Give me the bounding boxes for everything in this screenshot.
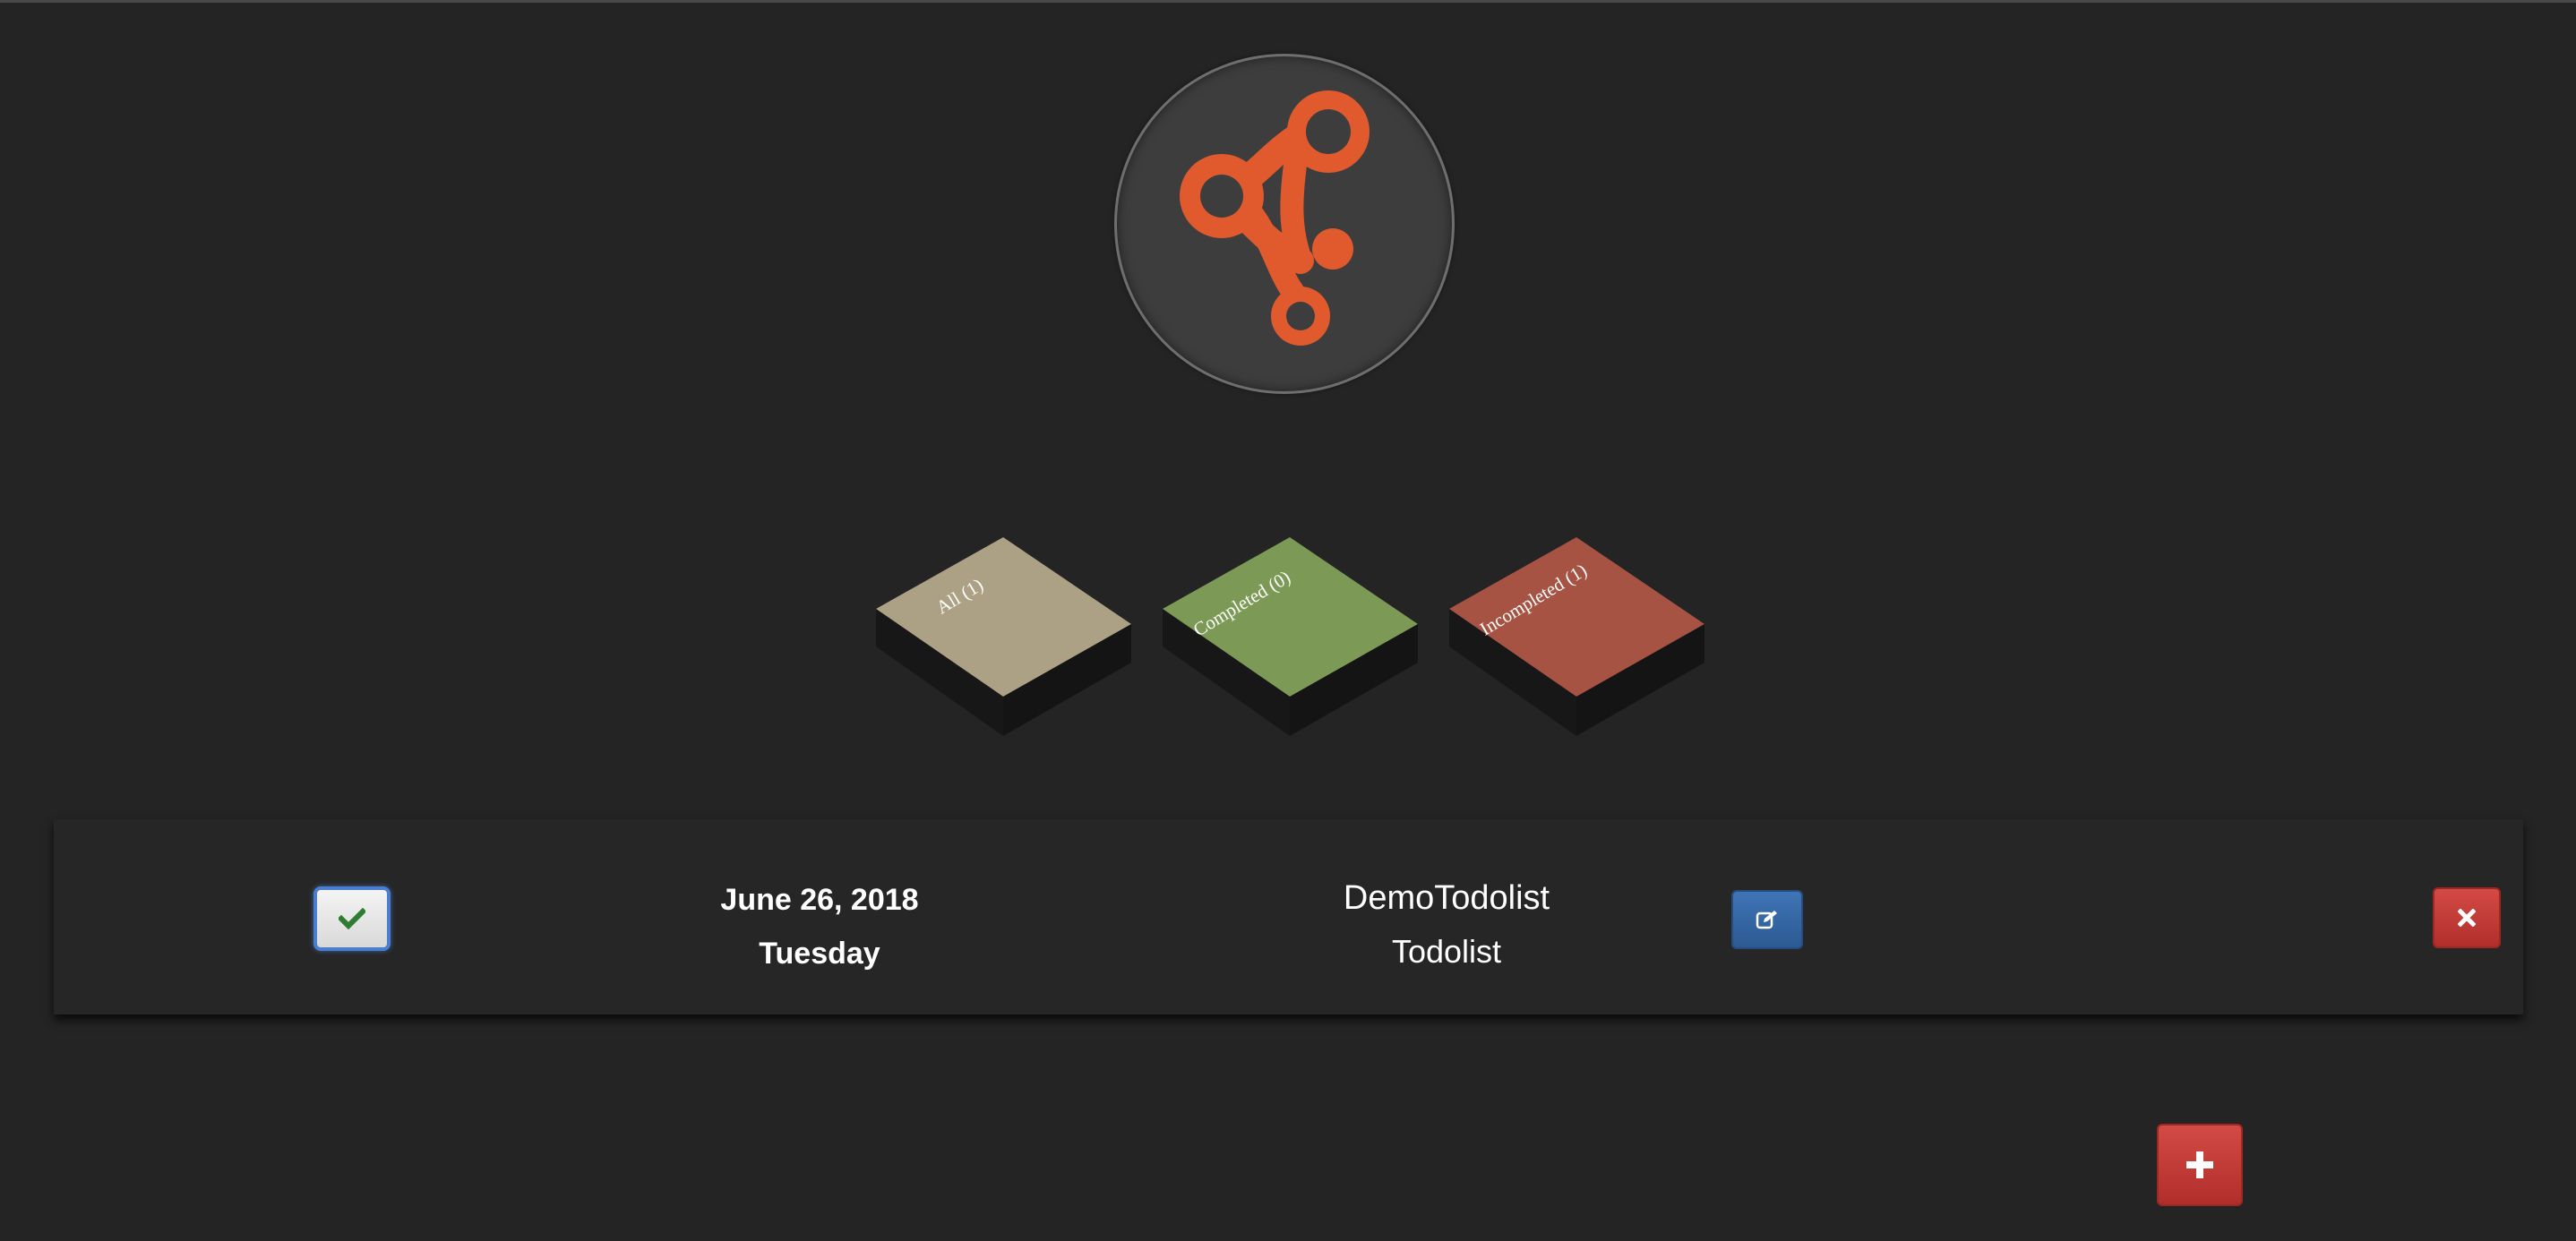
top-border <box>0 0 2576 3</box>
network-nodes-logo-icon <box>1180 90 1370 346</box>
plus-icon <box>2186 1151 2213 1178</box>
todo-description: Todolist <box>1391 933 1502 970</box>
edit-todo-button[interactable] <box>1731 890 1803 949</box>
todo-date: June 26, 2018 Tuesday <box>618 873 1021 980</box>
add-todo-button[interactable] <box>2157 1124 2243 1206</box>
todo-item: June 26, 2018 Tuesday DemoTodolist Todol… <box>54 819 2523 1014</box>
filter-incompleted[interactable]: Incompleted (1) <box>1449 537 1704 736</box>
todo-date-value: June 26, 2018 <box>720 883 919 917</box>
todo-content: DemoTodolist Todolist <box>1200 871 1693 979</box>
complete-todo-button[interactable] <box>313 886 391 951</box>
delete-todo-button[interactable] <box>2433 887 2501 948</box>
checkmark-icon <box>339 908 365 929</box>
close-icon <box>2458 909 2476 927</box>
filter-completed[interactable]: Completed (0) <box>1163 537 1418 736</box>
filter-all[interactable]: All (1) <box>876 537 1131 736</box>
app-logo <box>1114 54 1455 394</box>
filter-all-tile <box>876 537 1131 736</box>
todo-weekday: Tuesday <box>759 937 880 971</box>
edit-icon <box>1756 911 1777 929</box>
todo-title: DemoTodolist <box>1343 879 1550 917</box>
